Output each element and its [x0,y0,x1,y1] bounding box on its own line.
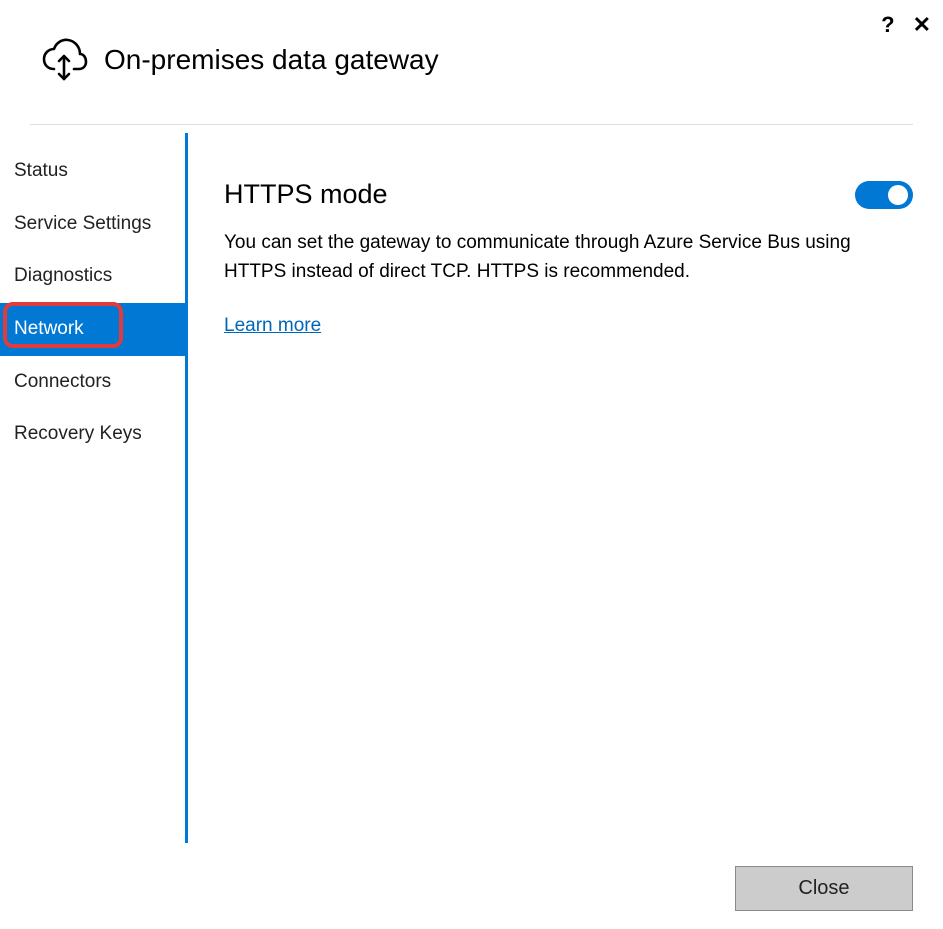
toggle-knob [888,185,908,205]
help-icon[interactable]: ? [881,12,894,38]
sidebar-item-label: Service Settings [14,213,151,234]
learn-more-link[interactable]: Learn more [224,315,321,337]
close-button[interactable]: Close [735,866,913,911]
sidebar-item-connectors[interactable]: Connectors [0,356,185,409]
header: On-premises data gateway [0,0,943,124]
sidebar-item-label: Recovery Keys [14,423,142,444]
sidebar-item-diagnostics[interactable]: Diagnostics [0,250,185,303]
close-icon[interactable]: ✕ [913,12,931,38]
sidebar-item-network[interactable]: Network [0,303,185,356]
sidebar-item-label: Network [14,318,84,339]
page-title: On-premises data gateway [104,44,439,76]
main-content: HTTPS mode You can set the gateway to co… [188,133,943,843]
https-mode-title: HTTPS mode [224,179,388,210]
sidebar-item-label: Diagnostics [14,265,112,286]
sidebar-item-service-settings[interactable]: Service Settings [0,198,185,251]
sidebar-item-label: Connectors [14,371,111,392]
cloud-gateway-icon [40,36,88,84]
sidebar-item-label: Status [14,160,68,181]
https-mode-toggle[interactable] [855,181,913,209]
sidebar-item-recovery-keys[interactable]: Recovery Keys [0,408,185,461]
https-mode-description: You can set the gateway to communicate t… [224,228,913,287]
divider [30,124,913,125]
footer: Close [735,866,913,911]
sidebar: Status Service Settings Diagnostics Netw… [0,133,188,843]
sidebar-item-status[interactable]: Status [0,145,185,198]
